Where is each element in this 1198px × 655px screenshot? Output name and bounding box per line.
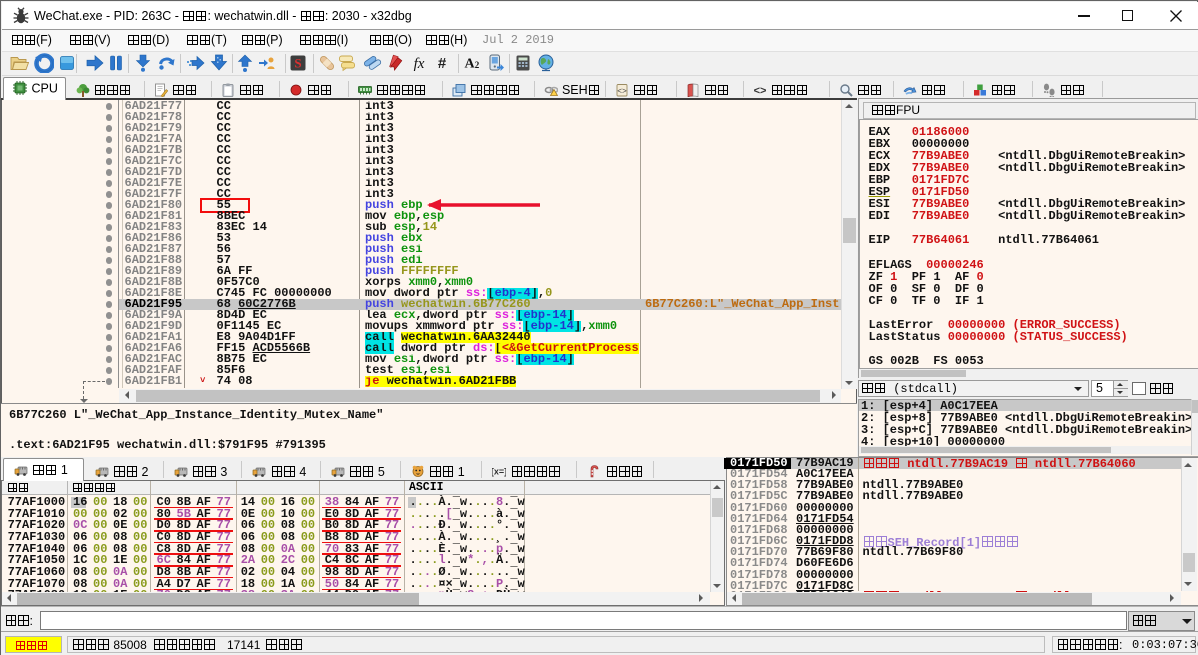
svg-text:2: 2 <box>474 60 479 70</box>
svg-text:<>: <> <box>617 87 627 96</box>
svg-text:fx: fx <box>413 56 424 72</box>
svg-text:<>: <> <box>753 85 766 97</box>
svg-text:#: # <box>438 55 447 72</box>
svg-text:S: S <box>294 56 301 71</box>
svg-text:[x=]: [x=] <box>492 467 506 477</box>
